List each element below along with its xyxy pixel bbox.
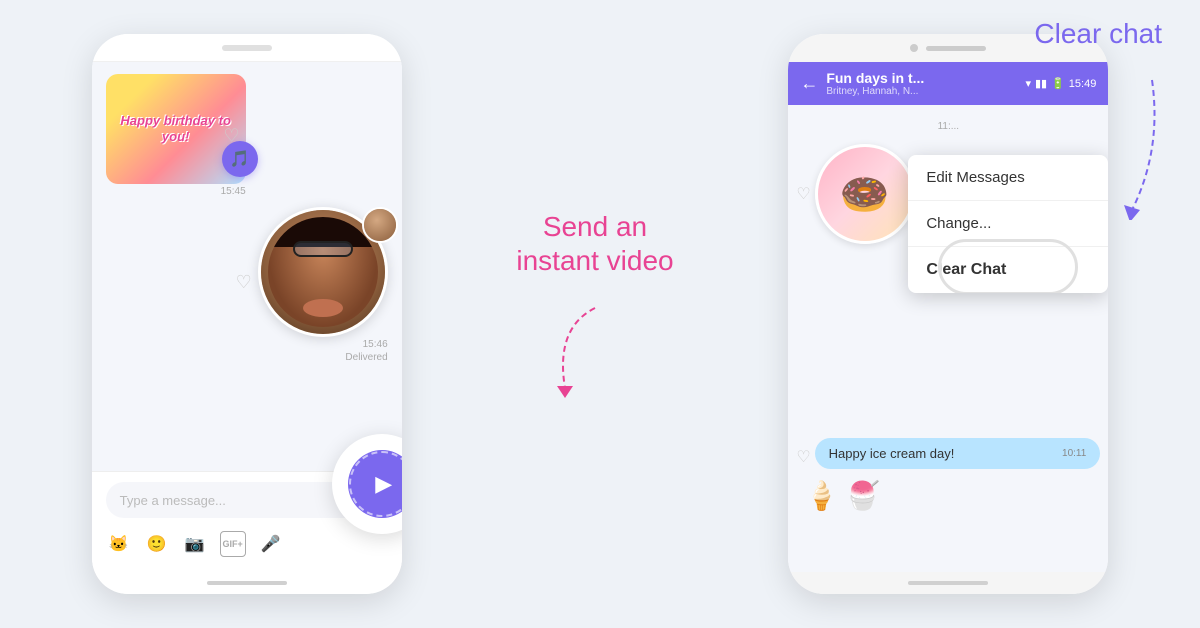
- chat-area-left: Happy birthday to you! 🎵 ♡ 15:45 ♡: [92, 62, 402, 471]
- label-clear-chat: Clear chat: [1034, 18, 1162, 50]
- label-send-video: Send an instant video: [516, 210, 673, 277]
- battery-icon: 🔋: [1051, 77, 1065, 90]
- gif-icon[interactable]: GIF+: [220, 531, 246, 557]
- scene: Happy birthday to you! 🎵 ♡ 15:45 ♡: [0, 0, 1200, 628]
- dropdown-menu: Edit Messages Change... Clear Chat: [908, 155, 1108, 293]
- ice-cream-msg-row: ♡ Happy ice cream day! 10:11: [796, 438, 1100, 475]
- ice-cream-time: 10:11: [1062, 448, 1086, 459]
- home-bar-line-left: [207, 581, 287, 585]
- phone-left: Happy birthday to you! 🎵 ♡ 15:45 ♡: [92, 34, 402, 594]
- video-message: ♡ 15: [258, 207, 388, 363]
- label-send-line2: instant video: [516, 244, 673, 278]
- record-button[interactable]: ▶: [348, 450, 402, 518]
- chat-title-text: Fun days in t...: [826, 70, 1017, 86]
- sticker-icecream1: 🍦: [804, 479, 839, 512]
- heart-icon-ice: ♡: [796, 447, 810, 467]
- camera-icon[interactable]: 📷: [182, 531, 208, 557]
- phone-top-bar-left: [92, 34, 402, 62]
- mic-icon[interactable]: 🎤: [258, 531, 284, 557]
- label-send-line1: Send an: [516, 210, 673, 244]
- heart-icon-video: ♡: [236, 272, 252, 293]
- camera-dot: [910, 44, 918, 52]
- center-labels: Send an instant video: [505, 210, 685, 417]
- dropdown-change[interactable]: Change...: [908, 201, 1108, 247]
- toolbar-icons: 🐱 🙂 📷 GIF+ 🎤: [106, 526, 388, 562]
- music-button[interactable]: 🎵: [222, 141, 258, 177]
- home-bar-line-right: [908, 581, 988, 585]
- timestamp-sticker: 15:45: [106, 186, 246, 197]
- dashed-arrow-send: [535, 298, 655, 418]
- speaker-right: [926, 46, 986, 51]
- donut-sticker: 🍩: [815, 144, 915, 244]
- play-icon: ▶: [375, 471, 392, 497]
- dropdown-edit-messages[interactable]: Edit Messages: [908, 155, 1108, 201]
- back-arrow-icon[interactable]: ←: [800, 73, 818, 94]
- ice-cream-text: Happy ice cream day!: [829, 446, 955, 461]
- home-bar-left: [92, 572, 402, 594]
- dropdown-clear-chat[interactable]: Clear Chat: [908, 247, 1108, 293]
- chat-title-area: Fun days in t... Britney, Hannah, N...: [826, 70, 1017, 97]
- sticker-row-bottom: 🍦 🍧: [796, 479, 1100, 512]
- avatar-small: [362, 207, 398, 243]
- sticker-icecream2: 🍧: [845, 479, 880, 512]
- home-bar-right: [788, 572, 1108, 594]
- ice-cream-bubble: Happy ice cream day! 10:11: [815, 438, 1101, 469]
- input-placeholder: Type a message...: [120, 493, 226, 508]
- sticker-text: Happy birthday to you!: [114, 113, 238, 144]
- ice-cream-section: ♡ Happy ice cream day! 10:11 🍦 🍧: [788, 434, 1108, 512]
- timestamp-video: 15:46: [363, 339, 388, 350]
- chat-timestamp: 11:...: [796, 121, 1100, 132]
- label-clear-text: Clear chat: [1034, 18, 1162, 50]
- right-chat-area: 11:... ♡ 🍩 ♡ Happy ice cream day! 10:11: [788, 105, 1108, 572]
- heart-icon-donut: ♡: [796, 184, 810, 204]
- phone-right: ← Fun days in t... Britney, Hannah, N...…: [788, 34, 1108, 594]
- signal-icon: ▮▮: [1035, 77, 1047, 90]
- speaker-left: [222, 45, 272, 51]
- chat-subtitle: Britney, Hannah, N...: [826, 86, 1017, 97]
- sticker-message: Happy birthday to you! 🎵 ♡ 15:45: [106, 74, 246, 197]
- delivered-text: Delivered: [345, 352, 387, 363]
- viber-header: ← Fun days in t... Britney, Hannah, N...…: [788, 62, 1108, 105]
- emoji-icon[interactable]: 🐱: [106, 531, 132, 557]
- sticker-icon[interactable]: 🙂: [144, 531, 170, 557]
- wifi-icon: ▾: [1025, 77, 1031, 90]
